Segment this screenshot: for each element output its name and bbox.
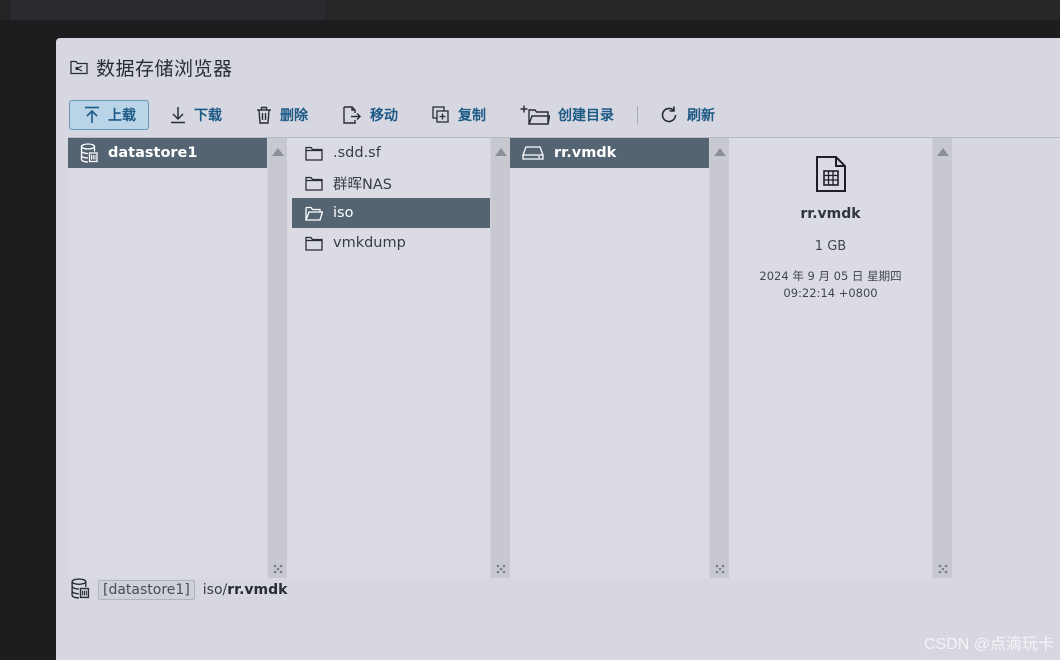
toolbar-divider (637, 106, 638, 124)
new-folder-icon (520, 105, 550, 125)
folder-icon (305, 176, 323, 191)
resize-grip-icon[interactable] (272, 560, 284, 574)
scroll-up-arrow-icon[interactable] (937, 148, 949, 156)
scrollbar[interactable] (490, 138, 510, 578)
move-label: 移动 (370, 108, 398, 124)
move-button[interactable]: 移动 (327, 100, 411, 130)
scroll-up-arrow-icon[interactable] (495, 148, 507, 156)
folder-list: .sdd.sf 群晖NAS iso vmkdump (287, 138, 490, 578)
scrollbar[interactable] (267, 138, 287, 578)
datastore-label: datastore1 (108, 145, 198, 161)
resize-grip-icon[interactable] (495, 560, 507, 574)
trash-icon (256, 106, 272, 124)
scrollbar[interactable] (709, 138, 729, 578)
background-panel-left (10, 0, 325, 20)
datastore-list: datastore1 (68, 138, 267, 578)
file-preview: rr.vmdk 1 GB 2024 年 9 月 05 日 星期四 09:22:1… (729, 138, 932, 578)
folder-column: .sdd.sf 群晖NAS iso vmkdump (287, 138, 510, 578)
folder-label: 群晖NAS (333, 176, 392, 193)
datastore-item-datastore1[interactable]: datastore1 (68, 138, 267, 168)
datastore-icon (80, 143, 98, 163)
preview-file-size: 1 GB (814, 239, 847, 254)
copy-label: 复制 (458, 108, 486, 124)
background-topbar (0, 0, 1060, 20)
vmdk-file-icon (815, 156, 847, 196)
upload-icon (84, 106, 100, 124)
download-button[interactable]: 下载 (155, 100, 235, 130)
disk-icon (522, 146, 544, 160)
upload-label: 上载 (108, 108, 136, 124)
folder-label: vmkdump (333, 235, 406, 251)
empty-column (952, 138, 1060, 578)
path-statusbar: [datastore1] iso/rr.vmdk (70, 577, 288, 603)
watermark: CSDN @点滴玩卡 (923, 636, 1054, 653)
scroll-up-arrow-icon[interactable] (272, 148, 284, 156)
dialog-title-text: 数据存储浏览器 (96, 57, 233, 80)
resize-grip-icon[interactable] (714, 560, 726, 574)
preview-file-name: rr.vmdk (800, 206, 861, 222)
folder-icon (305, 236, 323, 251)
create-directory-label: 创建目录 (558, 108, 614, 124)
folder-item[interactable]: iso (292, 198, 490, 228)
folder-item[interactable]: .sdd.sf (287, 138, 490, 168)
download-icon (170, 106, 186, 124)
delete-button[interactable]: 删除 (241, 100, 321, 130)
folder-item[interactable]: vmkdump (287, 228, 490, 258)
datastore-column: datastore1 (68, 138, 287, 578)
datastore-tag: [datastore1] (98, 580, 195, 600)
copy-icon (432, 106, 450, 124)
folder-item[interactable]: 群晖NAS (287, 168, 490, 198)
background-panel-right (325, 0, 1060, 20)
datastore-folder-icon (70, 59, 88, 75)
toolbar: 上载 下载 删除 移动 复制 创建目录 刷新 (69, 100, 734, 130)
preview-modified-date: 2024 年 9 月 05 日 星期四 09:22:14 +0800 (759, 268, 901, 302)
file-label: rr.vmdk (554, 145, 617, 161)
refresh-label: 刷新 (687, 108, 715, 124)
preview-time-line: 09:22:14 +0800 (783, 286, 878, 300)
file-list: rr.vmdk (510, 138, 709, 578)
download-label: 下载 (194, 108, 222, 124)
folder-label: .sdd.sf (333, 145, 381, 161)
datastore-icon (70, 577, 90, 603)
resize-grip-icon[interactable] (937, 560, 949, 574)
scrollbar[interactable] (932, 138, 952, 578)
path-prefix: iso/ (202, 582, 228, 598)
move-file-icon (342, 106, 362, 124)
datastore-browser-dialog: 数据存储浏览器 上载 下载 删除 移动 复制 创建目录 刷新 datastore… (56, 38, 1060, 660)
dialog-title: 数据存储浏览器 (70, 54, 233, 80)
folder-icon (305, 146, 323, 161)
path-file: rr.vmdk (227, 582, 288, 598)
file-column: rr.vmdk (510, 138, 729, 578)
refresh-button[interactable]: 刷新 (650, 100, 728, 130)
current-path: iso/rr.vmdk (203, 582, 288, 598)
file-item-rr-vmdk[interactable]: rr.vmdk (510, 138, 709, 168)
folder-open-icon (305, 206, 323, 221)
refresh-icon (659, 105, 679, 125)
preview-column: rr.vmdk 1 GB 2024 年 9 月 05 日 星期四 09:22:1… (729, 138, 952, 578)
folder-label: iso (333, 205, 354, 221)
preview-date-line: 2024 年 9 月 05 日 星期四 (759, 269, 902, 283)
scroll-up-arrow-icon[interactable] (714, 148, 726, 156)
create-directory-button[interactable]: 创建目录 (505, 100, 627, 130)
copy-button[interactable]: 复制 (417, 100, 499, 130)
upload-button[interactable]: 上载 (69, 100, 149, 130)
file-browser: datastore1 .sdd.sf 群晖NAS iso vmkdump rr.… (68, 137, 1060, 578)
delete-label: 删除 (280, 108, 308, 124)
